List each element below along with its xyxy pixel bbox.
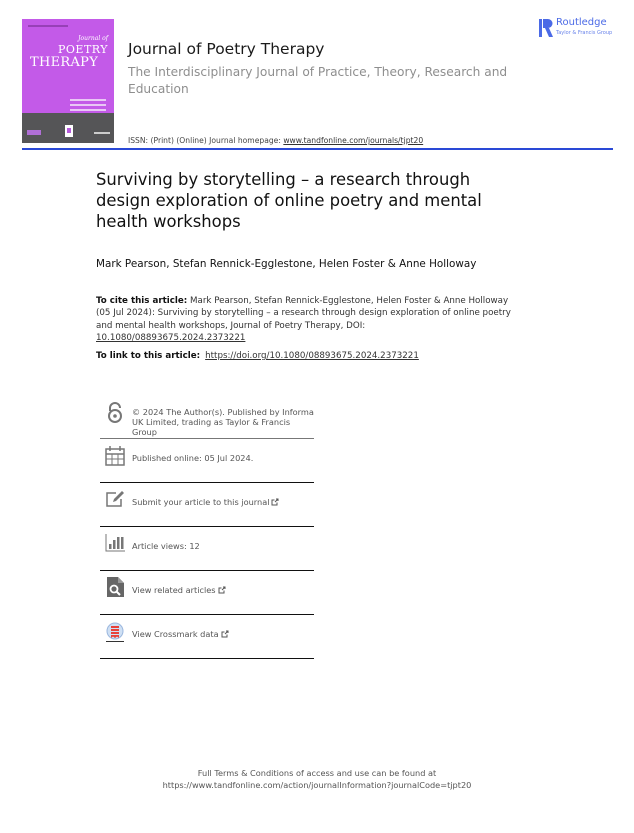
article-views-text: Article views: 12	[132, 541, 200, 551]
journal-homepage-link[interactable]: www.tandfonline.com/journals/tjpt20	[283, 136, 423, 145]
list-item-copyright: © 2024 The Author(s). Published by Infor…	[100, 398, 314, 439]
journal-subtitle: The Interdisciplinary Journal of Practic…	[128, 65, 508, 96]
cover-volume-line	[28, 25, 68, 27]
journal-cover: Journal of POETRY THERAPY	[22, 19, 114, 143]
header-rule	[22, 148, 613, 150]
bar-chart-icon	[105, 534, 125, 552]
article-link-row: To link to this article: https://doi.org/…	[96, 351, 419, 361]
external-link-icon	[271, 498, 279, 506]
list-item-submit[interactable]: Submit your article to this journal	[100, 483, 314, 527]
cite-label: To cite this article:	[96, 296, 188, 306]
article-info-list: © 2024 The Author(s). Published by Infor…	[100, 398, 314, 659]
routledge-r-icon	[539, 19, 553, 37]
list-item-related[interactable]: View related articles	[100, 571, 314, 615]
link-label: To link to this article:	[96, 351, 201, 361]
article-title: Surviving by storytelling – a research t…	[96, 170, 482, 231]
edit-icon	[106, 491, 124, 507]
list-item-views: Article views: 12	[100, 527, 314, 571]
cover-bottom-band	[22, 113, 114, 143]
cover-publisher-logo	[27, 130, 41, 135]
cover-imprint	[94, 132, 110, 134]
cite-doi-link[interactable]: 10.1080/08893675.2024.2373221	[96, 333, 245, 343]
cover-journal-of: Journal of	[78, 35, 108, 42]
related-text[interactable]: View related articles	[132, 585, 216, 595]
article-doi-link[interactable]: https://doi.org/10.1080/08893675.2024.23…	[205, 351, 419, 361]
terms-footer: Full Terms & Conditions of access and us…	[0, 768, 634, 791]
calendar-icon	[105, 446, 125, 466]
open-access-icon	[108, 402, 122, 423]
crossmark-link[interactable]: View Crossmark data	[132, 629, 229, 639]
journal-title: Journal of Poetry Therapy	[128, 40, 325, 58]
list-item-crossmark[interactable]: View Crossmark data	[100, 615, 314, 659]
footer-line-1: Full Terms & Conditions of access and us…	[197, 768, 437, 778]
copyright-text: © 2024 The Author(s). Published by Infor…	[132, 407, 314, 437]
issn-label: ISSN: (Print) (Online) Journal homepage:	[128, 136, 284, 145]
cover-therapy: THERAPY	[30, 55, 99, 70]
citation-block: To cite this article: Mark Pearson, Stef…	[96, 295, 516, 345]
crossmark-text[interactable]: View Crossmark data	[132, 629, 219, 639]
footer-terms-link[interactable]: https://www.tandfonline.com/action/journ…	[0, 780, 634, 792]
routledge-name: Routledge	[556, 17, 607, 28]
article-authors: Mark Pearson, Stefan Rennick-Egglestone,…	[96, 258, 477, 270]
external-link-icon	[218, 586, 226, 594]
search-document-icon	[107, 577, 124, 597]
submit-text[interactable]: Submit your article to this journal	[132, 497, 269, 507]
submit-article-link[interactable]: Submit your article to this journal	[132, 497, 279, 507]
crossmark-icon	[106, 622, 124, 642]
external-link-icon	[221, 630, 229, 638]
list-item-published: Published online: 05 Jul 2024.	[100, 439, 314, 483]
issn-line: ISSN: (Print) (Online) Journal homepage:…	[128, 136, 423, 145]
routledge-tagline: Taylor & Francis Group	[556, 30, 613, 36]
related-articles-link[interactable]: View related articles	[132, 585, 226, 595]
cover-badge-icon	[65, 125, 73, 137]
published-text: Published online: 05 Jul 2024.	[132, 453, 254, 463]
